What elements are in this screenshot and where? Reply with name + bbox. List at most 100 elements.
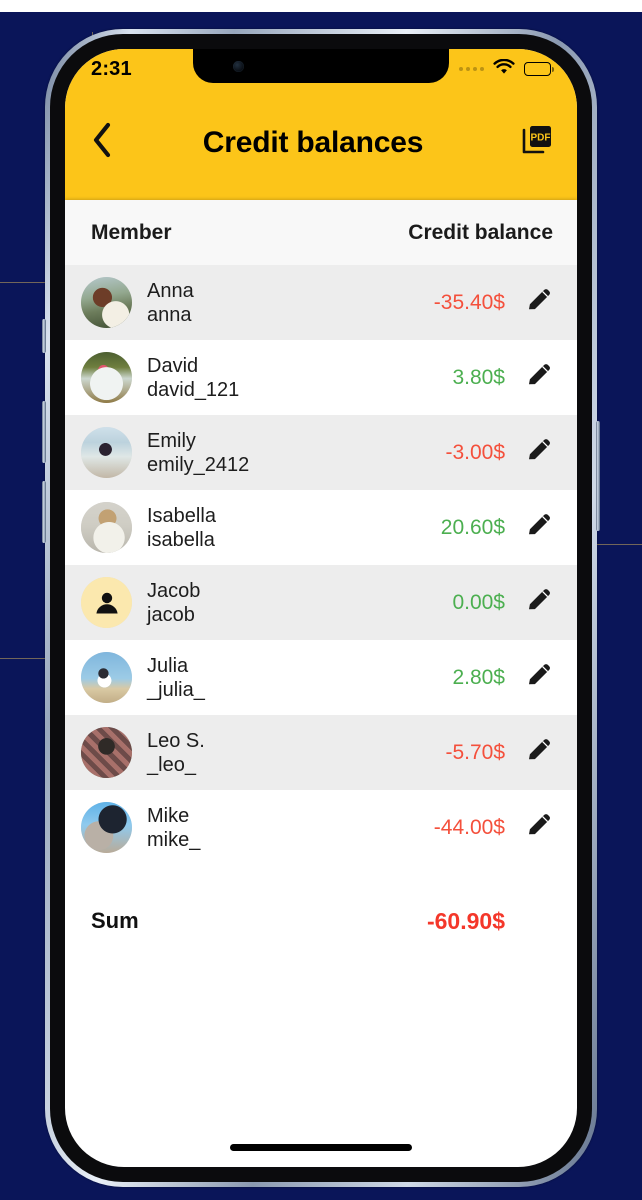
avatar-photo (81, 727, 132, 778)
navigation-bar: Credit balances PDF (65, 85, 577, 200)
sum-value: -60.90$ (426, 907, 505, 934)
wifi-icon (493, 58, 515, 80)
pencil-icon (524, 510, 554, 545)
status-bar: 2:31 (65, 49, 577, 85)
edit-balance-button[interactable] (523, 587, 555, 619)
export-pdf-button[interactable]: PDF (497, 85, 577, 200)
phone-screen: 2:31 Credit balances PDF Member Credit b… (65, 49, 577, 1167)
member-display-name: Anna (147, 279, 194, 302)
edit-balance-button[interactable] (523, 287, 555, 319)
member-list: Anna anna -35.40$ David david_121 3.80$ Emily e… (65, 265, 577, 865)
member-names: Julia _julia_ (147, 654, 205, 702)
edit-balance-button[interactable] (523, 662, 555, 694)
member-handle: jacob (147, 603, 195, 626)
member-display-name: Mike (147, 804, 190, 827)
member-row[interactable]: Leo S. _leo_ -5.70$ (65, 715, 577, 790)
member-balance: -35.40$ (433, 290, 505, 314)
member-handle: mike_ (147, 828, 201, 851)
avatar-photo (81, 502, 132, 553)
pencil-icon (524, 660, 554, 695)
avatar (81, 277, 132, 328)
svg-text:PDF: PDF (531, 133, 551, 144)
column-header-member: Member (91, 220, 172, 244)
pdf-export-icon: PDF (519, 122, 555, 163)
member-names: Isabella isabella (147, 504, 216, 552)
member-display-name: Leo S. (147, 729, 205, 752)
power-button[interactable] (596, 421, 600, 531)
silent-switch[interactable] (42, 319, 46, 353)
member-names: Mike mike_ (147, 804, 200, 852)
edit-balance-button[interactable] (523, 737, 555, 769)
avatar (81, 427, 132, 478)
member-row[interactable]: Isabella isabella 20.60$ (65, 490, 577, 565)
home-indicator[interactable] (230, 1144, 412, 1151)
member-row[interactable]: Julia _julia_ 2.80$ (65, 640, 577, 715)
member-balance: 0.00$ (452, 590, 505, 614)
signal-dots-icon (459, 67, 484, 71)
member-row[interactable]: Jacob jacob 0.00$ (65, 565, 577, 640)
member-names: Emily emily_2412 (147, 429, 249, 477)
member-row[interactable]: Mike mike_ -44.00$ (65, 790, 577, 865)
phone-device-frame: 2:31 Credit balances PDF Member Credit b… (42, 29, 600, 1187)
avatar (81, 727, 132, 778)
avatar-photo (81, 277, 132, 328)
pencil-icon (524, 285, 554, 320)
pencil-icon (524, 435, 554, 470)
member-names: David david_121 (147, 354, 239, 402)
member-names: Leo S. _leo_ (147, 729, 205, 777)
battery-full-icon (524, 62, 554, 76)
volume-down-button[interactable] (42, 481, 46, 543)
member-row[interactable]: Anna anna -35.40$ (65, 265, 577, 340)
pencil-icon (524, 585, 554, 620)
member-handle: emily_2412 (147, 453, 250, 476)
status-icons (459, 58, 554, 80)
app-header: 2:31 Credit balances PDF (65, 49, 577, 200)
phone-bezel: 2:31 Credit balances PDF Member Credit b… (50, 34, 592, 1182)
edit-balance-button[interactable] (523, 512, 555, 544)
avatar-photo (81, 802, 132, 853)
member-display-name: Isabella (147, 504, 216, 527)
avatar (81, 502, 132, 553)
pencil-icon (524, 735, 554, 770)
member-handle: anna (147, 303, 192, 326)
edit-balance-button[interactable] (523, 812, 555, 844)
column-header-balance: Credit balance (408, 220, 553, 244)
avatar (81, 577, 132, 628)
member-balance: 20.60$ (440, 515, 505, 539)
page-title: Credit balances (202, 125, 424, 159)
member-balance: -5.70$ (445, 740, 505, 764)
member-balance: -3.00$ (445, 440, 505, 464)
volume-up-button[interactable] (42, 401, 46, 463)
pencil-icon (524, 810, 554, 845)
member-display-name: David (147, 354, 199, 377)
member-handle: david_121 (147, 378, 240, 401)
avatar (81, 352, 132, 403)
member-names: Jacob jacob (147, 579, 200, 627)
member-balance: -44.00$ (433, 815, 505, 839)
member-names: Anna anna (147, 279, 194, 327)
member-balance: 3.80$ (452, 365, 505, 389)
member-balance: 2.80$ (452, 665, 505, 689)
member-row[interactable]: David david_121 3.80$ (65, 340, 577, 415)
member-row[interactable]: Emily emily_2412 -3.00$ (65, 415, 577, 490)
back-button[interactable] (65, 85, 139, 200)
avatar-photo (81, 352, 132, 403)
member-display-name: Jacob (147, 579, 201, 602)
pencil-icon (524, 360, 554, 395)
avatar (81, 652, 132, 703)
table-column-header: Member Credit balance (65, 200, 577, 265)
member-handle: _leo_ (147, 753, 196, 776)
sum-row: Sum -60.90$ (65, 885, 577, 957)
avatar-photo (81, 652, 132, 703)
member-display-name: Julia (147, 654, 189, 677)
member-display-name: Emily (147, 429, 196, 452)
person-placeholder-icon (81, 577, 132, 628)
member-handle: _julia_ (147, 678, 205, 701)
chevron-left-icon (91, 122, 113, 163)
sum-label: Sum (91, 908, 139, 933)
edit-balance-button[interactable] (523, 362, 555, 394)
status-time: 2:31 (91, 57, 132, 80)
member-handle: isabella (147, 528, 215, 551)
avatar-photo (81, 427, 132, 478)
edit-balance-button[interactable] (523, 437, 555, 469)
